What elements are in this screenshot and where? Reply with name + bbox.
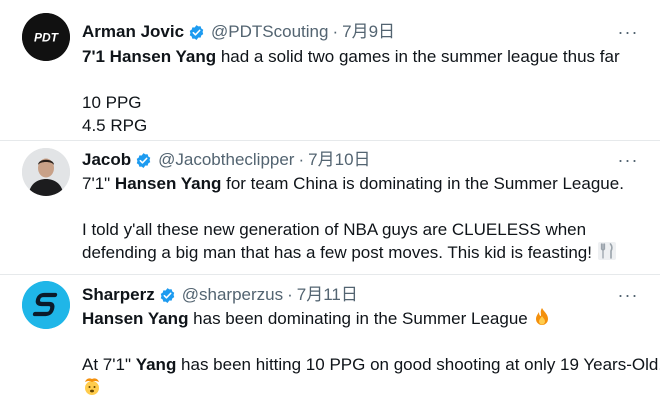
more-options-button[interactable]: ··· [618, 150, 638, 170]
tweet-line: defending a big man that has a few post … [82, 241, 642, 264]
tweet-date[interactable]: 7月10日 [308, 150, 370, 170]
tweet-sharperz[interactable]: Sharperz @sharperzus · 7月11日 ··· Hansen … [0, 275, 660, 406]
bold-text: 7'1 Hansen Yang [82, 47, 217, 66]
separator-dot: · [298, 150, 305, 169]
tweet-header: Sharperz @sharperzus · 7月11日 [82, 285, 358, 305]
bold-text: Yang [135, 355, 177, 374]
fork-and-knife-icon [597, 242, 616, 260]
author-handle[interactable]: @Jacobtheclipper [158, 150, 294, 170]
tweet-text: 7'1 Hansen Yang had a solid two games in… [82, 45, 642, 137]
exploding-head-icon [85, 378, 99, 395]
author-name[interactable]: Arman Jovic [82, 22, 184, 42]
author-name[interactable]: Sharperz [82, 285, 155, 305]
author-name[interactable]: Jacob [82, 150, 131, 170]
tweet-date[interactable]: 7月11日 [297, 285, 358, 305]
tweet-line: 4.5 RPG [82, 116, 148, 135]
author-handle[interactable]: @PDTScouting [211, 22, 328, 42]
avatar-pdt[interactable]: PDT [22, 13, 70, 61]
tweet-header: Arman Jovic @PDTScouting · 7月9日 [82, 22, 395, 42]
more-options-button[interactable]: ··· [618, 22, 638, 42]
pdt-logo-icon: PDT [22, 13, 70, 61]
tweet-text: Hansen Yang has been dominating in the S… [82, 307, 660, 399]
tweet-header: Jacob @Jacobtheclipper · 7月10日 [82, 150, 371, 170]
verified-badge-icon [136, 152, 151, 168]
fire-icon [536, 308, 549, 325]
tweet-line: At 7'1" Yang has been hitting 10 PPG on … [82, 355, 660, 374]
verified-badge-icon [160, 287, 174, 303]
tweet-jacob[interactable]: Jacob @Jacobtheclipper · 7月10日 ··· 7'1" … [0, 141, 660, 274]
avatar-sharperz[interactable] [22, 281, 70, 329]
bold-text: Hansen Yang [114, 174, 222, 193]
tweet-line: I told y'all these new generation of NBA… [82, 220, 587, 239]
separator-dot: · [287, 285, 293, 304]
tweet-line: 7'1 Hansen Yang had a solid two games in… [82, 47, 620, 66]
tweet-line: 10 PPG [82, 93, 142, 112]
svg-text:PDT: PDT [34, 31, 60, 45]
more-options-button[interactable]: ··· [618, 285, 638, 305]
person-photo-icon [22, 148, 70, 196]
tweet-arman-jovic[interactable]: PDT Arman Jovic @PDTScouting · 7月9日 ··· … [0, 0, 660, 140]
avatar-jacob[interactable] [22, 148, 70, 196]
separator-dot: · [332, 22, 339, 41]
tweet-date[interactable]: 7月9日 [342, 22, 395, 42]
verified-badge-icon [189, 24, 204, 40]
tweet-line: Hansen Yang has been dominating in the S… [82, 307, 642, 330]
tweet-line [82, 376, 642, 399]
author-handle[interactable]: @sharperzus [182, 285, 283, 305]
tweet-text: 7'1" Hansen Yang for team China is domin… [82, 172, 642, 264]
bold-text: Hansen Yang [82, 309, 189, 328]
tweet-line: 7'1" Hansen Yang for team China is domin… [82, 174, 624, 193]
sharperz-logo-icon [22, 281, 70, 329]
